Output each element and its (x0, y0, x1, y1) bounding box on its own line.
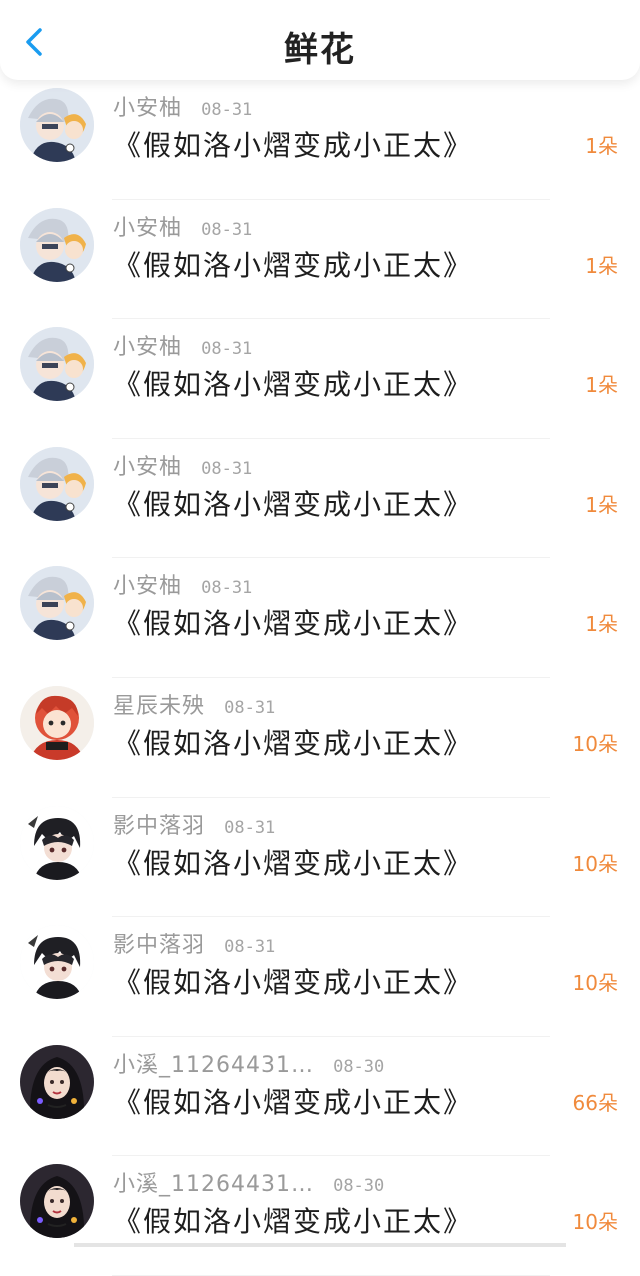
gift-date: 08-31 (201, 100, 252, 120)
flower-amount: 10朵 (573, 967, 618, 996)
book-title[interactable]: 《假如洛小熠变成小正太》 (113, 722, 473, 762)
flower-amount: 10朵 (573, 1206, 618, 1235)
user-name[interactable]: 影中落羽 (113, 933, 205, 958)
avatar[interactable] (20, 686, 94, 760)
avatar-image (20, 806, 94, 880)
book-title[interactable]: 《假如洛小熠变成小正太》 (113, 602, 473, 642)
book-title[interactable]: 《假如洛小熠变成小正太》 (113, 1081, 473, 1121)
meta-line: 影中落羽 08-31 (113, 808, 275, 840)
flower-amount: 1朵 (585, 250, 618, 279)
avatar-image (20, 447, 94, 521)
user-name[interactable]: 小溪_11264431… (113, 1053, 314, 1078)
flower-amount: 66朵 (573, 1087, 618, 1116)
flower-record-row[interactable]: 小安柚 08-31 《假如洛小熠变成小正太》 1朵 (0, 558, 640, 678)
user-name[interactable]: 小安柚 (113, 455, 182, 480)
meta-line: 小安柚 08-31 (113, 90, 252, 122)
gift-date: 08-31 (201, 578, 252, 598)
flower-amount: 1朵 (585, 608, 618, 637)
gift-date: 08-31 (201, 339, 252, 359)
avatar[interactable] (20, 806, 94, 880)
meta-line: 小溪_11264431… 08-30 (113, 1166, 384, 1198)
avatar-image (20, 88, 94, 162)
book-title[interactable]: 《假如洛小熠变成小正太》 (113, 842, 473, 882)
page-title: 鲜花 (0, 22, 640, 71)
meta-line: 小安柚 08-31 (113, 568, 252, 600)
gift-date: 08-30 (333, 1057, 384, 1077)
meta-line: 影中落羽 08-31 (113, 927, 275, 959)
meta-line: 小安柚 08-31 (113, 210, 252, 242)
avatar[interactable] (20, 1164, 94, 1238)
avatar-image (20, 327, 94, 401)
avatar-image (20, 1164, 94, 1238)
flower-amount: 10朵 (573, 728, 618, 757)
book-title[interactable]: 《假如洛小熠变成小正太》 (113, 363, 473, 403)
user-name[interactable]: 小安柚 (113, 335, 182, 360)
avatar-image (20, 566, 94, 640)
avatar-image (20, 208, 94, 282)
flower-amount: 1朵 (585, 130, 618, 159)
flower-record-row[interactable]: 星辰未殃 08-31 《假如洛小熠变成小正太》 10朵 (0, 678, 640, 798)
avatar-image (20, 1045, 94, 1119)
flower-amount: 1朵 (585, 369, 618, 398)
book-title[interactable]: 《假如洛小熠变成小正太》 (113, 1200, 473, 1240)
avatar[interactable] (20, 208, 94, 282)
flower-amount: 10朵 (573, 848, 618, 877)
gift-date: 08-31 (224, 937, 275, 957)
gift-date: 08-31 (201, 459, 252, 479)
flower-record-row[interactable]: 小安柚 08-31 《假如洛小熠变成小正太》 1朵 (0, 80, 640, 200)
gift-date: 08-31 (224, 818, 275, 838)
book-title[interactable]: 《假如洛小熠变成小正太》 (113, 961, 473, 1001)
avatar[interactable] (20, 925, 94, 999)
flower-record-row[interactable]: 影中落羽 08-31 《假如洛小熠变成小正太》 10朵 (0, 917, 640, 1037)
gift-date: 08-31 (224, 698, 275, 718)
flower-record-list: 小安柚 08-31 《假如洛小熠变成小正太》 1朵 小安柚 08-31 《假如洛… (0, 80, 640, 1276)
avatar[interactable] (20, 447, 94, 521)
top-navigation-bar: 鲜花 (0, 0, 640, 80)
avatar[interactable] (20, 1045, 94, 1119)
book-title[interactable]: 《假如洛小熠变成小正太》 (113, 124, 473, 164)
meta-line: 小安柚 08-31 (113, 449, 252, 481)
meta-line: 小安柚 08-31 (113, 329, 252, 361)
flower-record-row[interactable]: 影中落羽 08-31 《假如洛小熠变成小正太》 10朵 (0, 798, 640, 918)
meta-line: 星辰未殃 08-31 (113, 688, 275, 720)
scroll-indicator (74, 1243, 566, 1247)
book-title[interactable]: 《假如洛小熠变成小正太》 (113, 483, 473, 523)
book-title[interactable]: 《假如洛小熠变成小正太》 (113, 244, 473, 284)
avatar[interactable] (20, 88, 94, 162)
user-name[interactable]: 星辰未殃 (113, 694, 205, 719)
user-name[interactable]: 小溪_11264431… (113, 1172, 314, 1197)
flower-record-row[interactable]: 小安柚 08-31 《假如洛小熠变成小正太》 1朵 (0, 200, 640, 320)
user-name[interactable]: 影中落羽 (113, 814, 205, 839)
flower-record-row[interactable]: 小安柚 08-31 《假如洛小熠变成小正太》 1朵 (0, 319, 640, 439)
avatar-image (20, 686, 94, 760)
meta-line: 小溪_11264431… 08-30 (113, 1047, 384, 1079)
gift-date: 08-31 (201, 220, 252, 240)
flower-record-row[interactable]: 小溪_11264431… 08-30 《假如洛小熠变成小正太》 10朵 (0, 1156, 640, 1276)
user-name[interactable]: 小安柚 (113, 574, 182, 599)
avatar[interactable] (20, 327, 94, 401)
user-name[interactable]: 小安柚 (113, 216, 182, 241)
flower-record-row[interactable]: 小安柚 08-31 《假如洛小熠变成小正太》 1朵 (0, 439, 640, 559)
user-name[interactable]: 小安柚 (113, 96, 182, 121)
flower-record-row[interactable]: 小溪_11264431… 08-30 《假如洛小熠变成小正太》 66朵 (0, 1037, 640, 1157)
flower-amount: 1朵 (585, 489, 618, 518)
avatar-image (20, 925, 94, 999)
gift-date: 08-30 (333, 1176, 384, 1196)
avatar[interactable] (20, 566, 94, 640)
